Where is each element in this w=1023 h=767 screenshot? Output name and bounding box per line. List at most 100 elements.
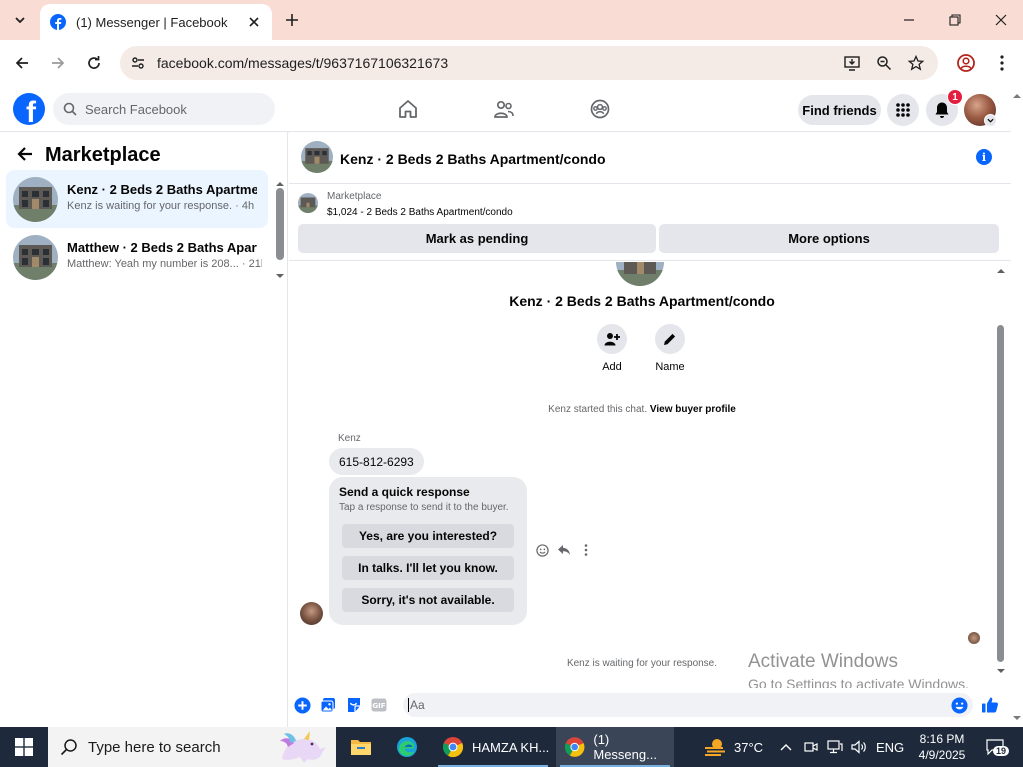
zoom-button[interactable] [874,53,894,73]
like-button[interactable] [981,696,999,714]
chat-header: Kenz · 2 Beds 2 Baths Apartment/condo i [289,132,1011,184]
browser-tab-messenger[interactable]: (1) Messenger | Facebook [40,4,272,40]
weather-temperature[interactable]: 37°C [734,740,763,755]
taskbar-chrome-window-2[interactable]: (1) Messeng... [556,727,674,767]
sender-avatar[interactable] [300,602,323,625]
view-buyer-profile-link[interactable]: View buyer profile [650,404,736,415]
quick-response-button[interactable]: Sorry, it's not available. [342,588,514,612]
nav-home[interactable] [394,95,422,123]
reply-icon [558,545,570,555]
close-window-button[interactable] [978,0,1023,40]
seen-receipt-avatar [968,632,980,644]
back-button[interactable] [15,144,35,164]
nav-groups[interactable] [586,95,614,123]
tray-meet-now[interactable] [800,727,822,767]
more-options-button[interactable]: More options [659,224,999,253]
start-button[interactable] [0,727,48,767]
gif-icon: GIF [371,698,387,712]
chevron-up-icon [780,744,792,751]
quick-response-card: Send a quick response Tap a response to … [329,477,527,625]
image-icon [320,698,335,713]
profile-button[interactable] [952,49,980,77]
bookmark-button[interactable] [906,53,926,73]
message-input[interactable]: Aa [403,693,973,717]
install-app-button[interactable] [842,53,862,73]
nav-friends[interactable] [490,95,518,123]
quick-response-button[interactable]: In talks. I'll let you know. [342,556,514,580]
site-info-button[interactable] [128,53,148,73]
attach-media-button[interactable] [319,696,337,714]
edit-name-action[interactable]: Name [645,324,695,373]
restore-window-button[interactable] [932,0,978,40]
conversation-name: Kenz · 2 Beds 2 Baths Apartmen... [67,182,257,197]
emoji-button[interactable] [950,696,968,714]
scroll-up-arrow-icon[interactable] [995,265,1007,277]
message-bubble[interactable]: 615-812-6293 [329,448,424,475]
taskbar-search-box[interactable]: Type here to search [48,727,336,767]
sticker-icon [348,698,360,712]
install-icon [844,56,860,71]
minimize-window-button[interactable] [886,0,932,40]
tray-volume[interactable] [848,727,870,767]
facebook-search-input[interactable]: Search Facebook [53,93,275,125]
add-people-action[interactable]: Add [587,324,637,373]
emoji-icon [950,696,968,714]
scroll-down-arrow-icon[interactable] [995,665,1007,677]
action-center-count: 19 [993,746,1010,756]
taskbar-clock[interactable]: 8:16 PM 4/9/2025 [910,731,974,763]
quick-response-title: Send a quick response [339,485,470,499]
conversation-item[interactable]: Kenz · 2 Beds 2 Baths Apartmen... Kenz i… [6,170,268,228]
address-bar[interactable]: facebook.com/messages/t/9637167106321673 [120,46,938,80]
account-menu-chevron[interactable] [984,114,997,127]
list-scrollbar-thumb[interactable] [276,188,284,260]
search-icon [60,739,77,756]
conversation-item[interactable]: Matthew · 2 Beds 2 Baths Apart... Matthe… [6,228,268,286]
thread-scrollbar-thumb[interactable] [997,325,1004,662]
mark-as-pending-button[interactable]: Mark as pending [298,224,656,253]
find-friends-button[interactable]: Find friends [798,95,881,125]
url-text: facebook.com/messages/t/9637167106321673 [157,55,449,71]
listing-price[interactable]: $1,024 - 2 Beds 2 Baths Apartment/condo [327,207,513,218]
menu-button[interactable] [887,94,919,126]
sticker-button[interactable] [345,696,363,714]
page-scrollbar[interactable] [1011,86,1023,727]
facebook-logo[interactable]: f [13,93,45,125]
new-tab-button[interactable] [282,10,302,30]
reload-button[interactable] [80,49,108,77]
tray-network[interactable] [824,727,846,767]
webcam-icon [804,742,818,752]
back-button[interactable] [8,49,36,77]
scroll-up-arrow-icon[interactable] [1011,90,1023,102]
svg-text:GIF: GIF [372,702,385,710]
close-tab-button[interactable] [246,14,262,30]
taskbar-file-explorer[interactable] [342,727,380,767]
listing-avatar[interactable] [301,141,333,173]
taskbar-weather[interactable] [700,727,730,767]
chrome-icon [564,737,585,757]
reply-button[interactable] [556,542,572,558]
tab-search-menu-button[interactable] [8,8,32,32]
thumbs-up-icon [982,697,998,713]
bell-icon [935,102,949,118]
info-icon[interactable]: i [976,149,992,165]
taskbar-chrome-window-1[interactable]: HAMZA KH... [434,727,552,767]
input-language[interactable]: ENG [876,740,904,755]
facebook-favicon-icon [50,14,66,30]
gif-button[interactable]: GIF [370,696,388,714]
home-icon [399,100,417,118]
more-message-actions-button[interactable] [578,542,594,558]
react-button[interactable] [534,542,550,558]
folder-icon [351,740,371,755]
browser-menu-button[interactable] [988,49,1016,77]
name-label: Name [655,361,685,373]
star-icon [908,55,924,71]
conversation-name: Matthew · 2 Beds 2 Baths Apart... [67,240,257,255]
quick-response-button[interactable]: Yes, are you interested? [342,524,514,548]
edge-browser-icon [397,737,417,757]
chat-title[interactable]: Kenz · 2 Beds 2 Baths Apartment/condo [340,151,606,167]
forward-button[interactable] [44,49,72,77]
scroll-down-arrow-icon[interactable] [1011,712,1023,724]
show-hidden-icons-button[interactable] [776,727,796,767]
more-actions-button[interactable] [293,696,311,714]
taskbar-edge[interactable] [388,727,426,767]
